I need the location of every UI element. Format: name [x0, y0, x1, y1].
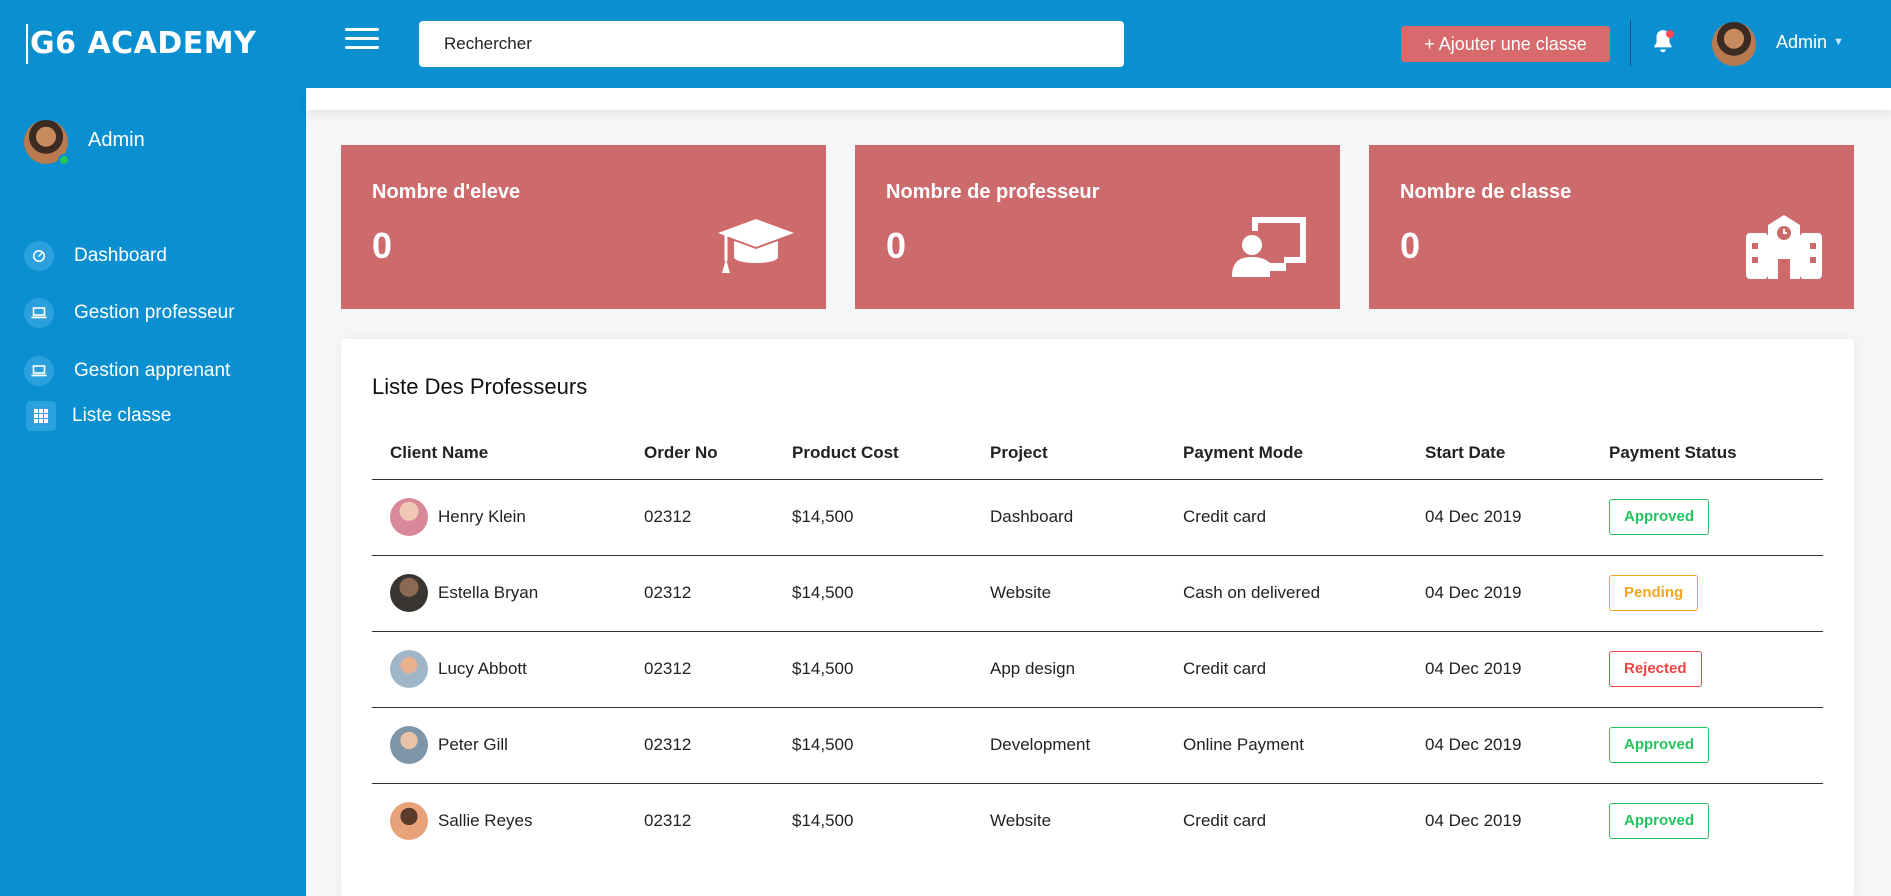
payment-mode: Credit card: [1183, 811, 1267, 831]
start-date: 04 Dec 2019: [1407, 631, 1591, 708]
avatar: [390, 650, 428, 688]
column-header: Order No: [626, 427, 774, 480]
project: App design: [972, 631, 1165, 708]
graduation-cap-icon: [716, 213, 796, 279]
client-name: Estella Bryan: [438, 583, 539, 602]
payment-mode: Credit card: [1165, 479, 1407, 556]
client-name: Sallie Reyes: [438, 811, 533, 831]
column-header: Client Name: [372, 427, 626, 480]
column-header: Start Date: [1407, 427, 1591, 480]
divider: [1630, 20, 1631, 66]
add-class-button[interactable]: + Ajouter une classe: [1401, 26, 1610, 62]
column-header: Project: [972, 427, 1165, 480]
avatar: [390, 574, 428, 612]
client-name: Henry Klein: [438, 507, 526, 526]
start-date: 04 Dec 2019: [1407, 479, 1591, 556]
status-badge: Approved: [1609, 727, 1710, 763]
sidebar-item-label: Gestion professeur: [74, 302, 235, 323]
project: Website: [972, 555, 1165, 632]
order-no: 02312: [644, 811, 692, 831]
school-icon: [1744, 213, 1824, 279]
payment-mode: Online Payment: [1165, 707, 1407, 784]
column-header: Payment Mode: [1165, 427, 1407, 480]
avatar[interactable]: [1712, 22, 1756, 66]
table-row[interactable]: Peter Gill 02312 $14,500 Development Onl…: [372, 707, 1823, 784]
column-header: Product Cost: [774, 427, 972, 480]
order-no: 02312: [626, 555, 774, 632]
search-input[interactable]: [419, 21, 1124, 67]
sidebar-item-gestion-apprenant[interactable]: Gestion apprenant: [24, 356, 230, 386]
product-cost: $14,500: [774, 479, 972, 556]
avatar: [390, 726, 428, 764]
top-bar: G6 ACADEMY + Ajouter une classe Admin ▼: [0, 0, 1891, 88]
stat-value: 0: [886, 225, 907, 266]
user-menu[interactable]: Admin ▼: [1776, 32, 1844, 53]
status-badge: Pending: [1609, 575, 1699, 611]
order-no: 02312: [626, 631, 774, 708]
status-badge: Approved: [1609, 499, 1710, 535]
sidebar-item-liste-classe[interactable]: Liste classe: [26, 401, 171, 431]
project: Dashboard: [972, 479, 1165, 556]
sidebar-item-label: Gestion apprenant: [74, 360, 231, 381]
project: Development: [972, 707, 1165, 784]
order-no: 02312: [626, 479, 774, 556]
start-date: 04 Dec 2019: [1425, 811, 1522, 831]
stat-value: 0: [372, 225, 393, 266]
product-cost: $14,500: [792, 811, 854, 831]
bell-icon[interactable]: [1650, 28, 1676, 56]
table-row[interactable]: Estella Bryan 02312 $14,500 Website Cash…: [372, 555, 1823, 632]
stat-label: Nombre de professeur: [886, 181, 1100, 203]
table-row[interactable]: Lucy Abbott 02312 $14,500 App design Cre…: [372, 631, 1823, 708]
sidebar-item-label: Liste classe: [72, 405, 172, 426]
stat-card-classes: Nombre de classe 0: [1369, 145, 1854, 309]
status-badge: Approved: [1609, 803, 1710, 840]
laptop-icon: [24, 356, 54, 386]
brand-logo[interactable]: G6 ACADEMY: [26, 24, 256, 64]
sidebar-user-name: Admin: [88, 129, 145, 151]
professors-panel: Liste Des Professeurs Client Name Order …: [341, 339, 1854, 896]
user-name: Admin: [1776, 32, 1828, 52]
laptop-icon: [24, 298, 54, 328]
stat-card-professeurs: Nombre de professeur 0: [855, 145, 1340, 309]
product-cost: $14,500: [774, 707, 972, 784]
sidebar: Admin Dashboard Gestion professeur Gesti…: [0, 88, 306, 896]
start-date: 04 Dec 2019: [1407, 555, 1591, 632]
sidebar-item-gestion-professeur[interactable]: Gestion professeur: [24, 298, 235, 328]
stat-card-eleves: Nombre d'eleve 0: [341, 145, 826, 309]
table-header-row: Client Name Order No Product Cost Projec…: [372, 427, 1823, 480]
caret-down-icon: ▼: [1833, 36, 1844, 48]
online-status-dot: [58, 154, 70, 166]
notification-dot: [1666, 30, 1674, 38]
product-cost: $14,500: [774, 555, 972, 632]
menu-icon[interactable]: [345, 28, 379, 52]
avatar: [390, 802, 428, 841]
table-row[interactable]: Henry Klein 02312 $14,500 Dashboard Cred…: [372, 479, 1823, 556]
sidebar-avatar: [24, 120, 70, 166]
stat-label: Nombre de classe: [1400, 181, 1572, 203]
project: Website: [990, 811, 1052, 831]
column-header: Payment Status: [1591, 427, 1823, 480]
table-row[interactable]: Sallie Reyes 02312 $14,500 Website Credi…: [372, 783, 1823, 859]
stat-label: Nombre d'eleve: [372, 181, 521, 203]
order-no: 02312: [626, 707, 774, 784]
client-name: Lucy Abbott: [438, 659, 527, 678]
gauge-icon: [24, 241, 54, 271]
product-cost: $14,500: [774, 631, 972, 708]
status-badge: Rejected: [1609, 651, 1702, 687]
sidebar-item-dashboard[interactable]: Dashboard: [24, 241, 167, 271]
panel-title: Liste Des Professeurs: [372, 374, 588, 399]
stat-value: 0: [1400, 225, 1421, 266]
avatar: [390, 498, 428, 536]
payment-mode: Cash on delivered: [1165, 555, 1407, 632]
start-date: 04 Dec 2019: [1407, 707, 1591, 784]
grid-icon: [26, 401, 56, 431]
client-name: Peter Gill: [438, 735, 508, 754]
payment-mode: Credit card: [1165, 631, 1407, 708]
sidebar-item-label: Dashboard: [74, 245, 167, 266]
teacher-board-icon: [1230, 213, 1310, 279]
professors-table: Client Name Order No Product Cost Projec…: [372, 427, 1823, 859]
